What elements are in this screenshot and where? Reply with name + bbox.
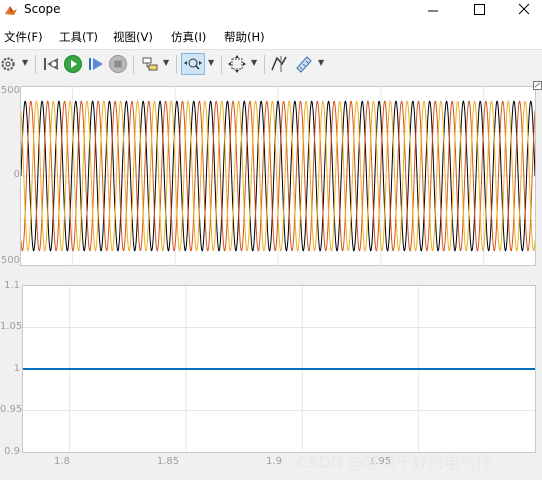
plot2-xtick: 1.9 [266, 456, 282, 467]
zoom-dropdown-icon[interactable]: ▼ [208, 58, 214, 67]
toolbar-separator [221, 55, 222, 74]
stop-button[interactable] [108, 54, 128, 74]
axes-1[interactable] [20, 86, 536, 266]
zoom-button[interactable] [181, 53, 205, 75]
highlight-block-icon [142, 57, 158, 71]
measurement-icon [296, 56, 312, 73]
run-button[interactable] [63, 54, 83, 74]
axes-2[interactable] [22, 285, 536, 453]
menu-help[interactable]: 帮助(H) [224, 29, 265, 45]
menu-view[interactable]: 视图(V) [113, 29, 153, 45]
restore-button[interactable] [41, 54, 61, 74]
plot-1-canvas [21, 87, 535, 265]
menu-simulation[interactable]: 仿真(I) [171, 29, 206, 45]
autoscale-icon [228, 55, 246, 73]
toolbar-separator [35, 55, 36, 74]
close-icon [518, 3, 530, 15]
stop-icon [109, 55, 127, 73]
restore-icon [44, 58, 58, 70]
plot1-ytick: 0 [13, 169, 20, 180]
close-button[interactable] [500, 0, 542, 22]
plot2-ytick: 1.05 [0, 321, 23, 332]
autoscale-dropdown-icon[interactable]: ▼ [251, 58, 257, 67]
maximize-button[interactable] [456, 0, 502, 22]
measurement-button[interactable] [294, 54, 314, 74]
maximize-icon [474, 4, 485, 15]
minimize-button[interactable] [410, 0, 456, 22]
step-forward-button[interactable] [86, 54, 106, 74]
measurement-dropdown-icon[interactable]: ▼ [318, 58, 324, 67]
plot1-ytick: 500 [0, 85, 20, 96]
settings-dropdown-icon[interactable]: ▼ [22, 58, 28, 67]
data-cursor-button[interactable] [269, 54, 289, 74]
title-bar: Scope [0, 0, 542, 22]
plot2-ytick: 1 [13, 363, 20, 374]
plot2-xtick: 1.8 [54, 456, 70, 467]
run-icon [64, 55, 82, 73]
plot2-ytick: 1.1 [4, 280, 20, 291]
settings-button[interactable] [0, 54, 20, 74]
settings-icon [1, 57, 15, 71]
plot2-ytick: 0.9 [4, 446, 20, 457]
plot2-xtick: 1.85 [156, 456, 180, 467]
matlab-app-icon [5, 6, 17, 15]
data-cursor-icon [271, 56, 287, 72]
toolbar-separator [176, 55, 177, 74]
plot1-ytick: 500 [0, 255, 20, 266]
minimize-icon [428, 10, 438, 12]
undock-icon[interactable] [533, 81, 542, 91]
plot2-ytick: 0.95 [0, 404, 23, 415]
highlight-block-button[interactable] [140, 54, 160, 74]
highlight-dropdown-icon[interactable]: ▼ [163, 58, 169, 67]
toolbar-separator [264, 55, 265, 74]
zoom-icon [184, 58, 202, 70]
menu-tools[interactable]: 工具(T) [59, 29, 98, 45]
plot-2-canvas [23, 286, 535, 452]
autoscale-button[interactable] [227, 54, 247, 74]
window-title: Scope [24, 2, 61, 16]
menu-bar: 文件(F) 工具(T) 视图(V) 仿真(I) 帮助(H) [0, 25, 542, 47]
menu-file[interactable]: 文件(F) [4, 29, 43, 45]
step-forward-icon [89, 58, 103, 70]
watermark: CSDN @学习不好的电气仔 [297, 453, 492, 472]
toolbar-separator [133, 55, 134, 74]
toolbar: ▼ ▼ ▼ ▼ ▼ [0, 49, 542, 80]
scope-display: 500 0 500 1.1 1.05 1 0.95 0.9 1.8 1.85 1… [0, 79, 542, 480]
